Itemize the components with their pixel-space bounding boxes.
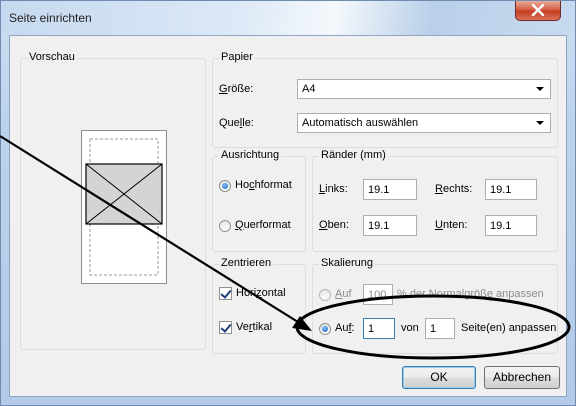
margin-left-input[interactable]: 19.1 bbox=[363, 179, 417, 200]
scaling-legend: Skalierung bbox=[319, 257, 375, 269]
centering-group: Zentrieren Horizontal Vertikal bbox=[212, 257, 306, 354]
fit-pages-label[interactable]: Auf: bbox=[335, 322, 355, 334]
vertical-checkbox[interactable] bbox=[219, 321, 232, 334]
scale-percent-input[interactable]: 100 bbox=[363, 284, 393, 305]
window-title: Seite einrichten bbox=[9, 11, 92, 25]
scale-percent-suffix: % der Normalgröße anpassen bbox=[397, 288, 544, 300]
ok-button[interactable]: OK bbox=[402, 366, 476, 389]
margins-legend: Ränder (mm) bbox=[319, 149, 388, 161]
portrait-radio[interactable] bbox=[219, 180, 231, 192]
margins-group: Ränder (mm) Links: 19.1 Rechts: 19.1 Obe… bbox=[312, 149, 558, 252]
cancel-button[interactable]: Abbrechen bbox=[484, 366, 560, 389]
fit-pages-wide-input[interactable]: 1 bbox=[363, 318, 395, 339]
margin-top-label: Oben: bbox=[319, 219, 349, 231]
scale-percent-radio[interactable] bbox=[319, 289, 331, 301]
scale-percent-label[interactable]: Auf bbox=[335, 288, 352, 300]
horizontal-checkbox[interactable] bbox=[219, 287, 232, 300]
landscape-label[interactable]: Querformat bbox=[235, 219, 291, 231]
title-bar[interactable]: Seite einrichten bbox=[1, 1, 575, 35]
margin-right-label: Rechts: bbox=[435, 183, 473, 195]
scaling-group: Skalierung Auf 100 % der Normalgröße anp… bbox=[312, 257, 558, 354]
orientation-group: Ausrichtung Hochformat Querformat bbox=[212, 149, 306, 252]
paper-size-value: A4 bbox=[302, 83, 316, 95]
margin-bottom-input[interactable]: 19.1 bbox=[485, 215, 537, 236]
preview-content bbox=[85, 138, 163, 276]
orientation-legend: Ausrichtung bbox=[219, 149, 282, 161]
paper-source-select[interactable]: Automatisch auswählen bbox=[297, 113, 551, 133]
chevron-down-icon bbox=[536, 87, 544, 91]
dialog-body: Vorschau Papier Größe: A4 Quelle: Automa… bbox=[9, 35, 567, 397]
paper-group: Papier Größe: A4 Quelle: Automatisch aus… bbox=[212, 51, 558, 148]
close-x-icon bbox=[531, 4, 545, 16]
fit-pages-radio[interactable] bbox=[319, 323, 331, 335]
paper-source-label: Quelle: bbox=[219, 117, 254, 129]
centering-legend: Zentrieren bbox=[219, 257, 274, 269]
preview-page bbox=[81, 130, 167, 284]
fit-pages-suffix: Seite(en) anpassen bbox=[461, 322, 557, 334]
page-setup-dialog: Seite einrichten Vorschau Papier Größe: bbox=[0, 0, 576, 406]
portrait-label[interactable]: Hochformat bbox=[235, 179, 292, 191]
chevron-down-icon bbox=[536, 121, 544, 125]
close-button[interactable] bbox=[515, 1, 561, 21]
paper-size-label: Größe: bbox=[219, 83, 254, 95]
margin-right-input[interactable]: 19.1 bbox=[485, 179, 537, 200]
paper-source-value: Automatisch auswählen bbox=[302, 117, 419, 129]
margin-left-label: Links: bbox=[319, 183, 348, 195]
preview-group: Vorschau bbox=[20, 51, 206, 350]
fit-von-label: von bbox=[401, 322, 419, 334]
vertical-label[interactable]: Vertikal bbox=[236, 321, 272, 333]
margin-bottom-label: Unten: bbox=[435, 219, 468, 231]
margin-top-input[interactable]: 19.1 bbox=[363, 215, 417, 236]
landscape-radio[interactable] bbox=[219, 220, 231, 232]
paper-legend: Papier bbox=[219, 51, 255, 63]
horizontal-label[interactable]: Horizontal bbox=[236, 287, 286, 299]
paper-size-select[interactable]: A4 bbox=[297, 79, 551, 99]
fit-pages-tall-input[interactable]: 1 bbox=[425, 318, 455, 339]
preview-legend: Vorschau bbox=[27, 51, 77, 63]
